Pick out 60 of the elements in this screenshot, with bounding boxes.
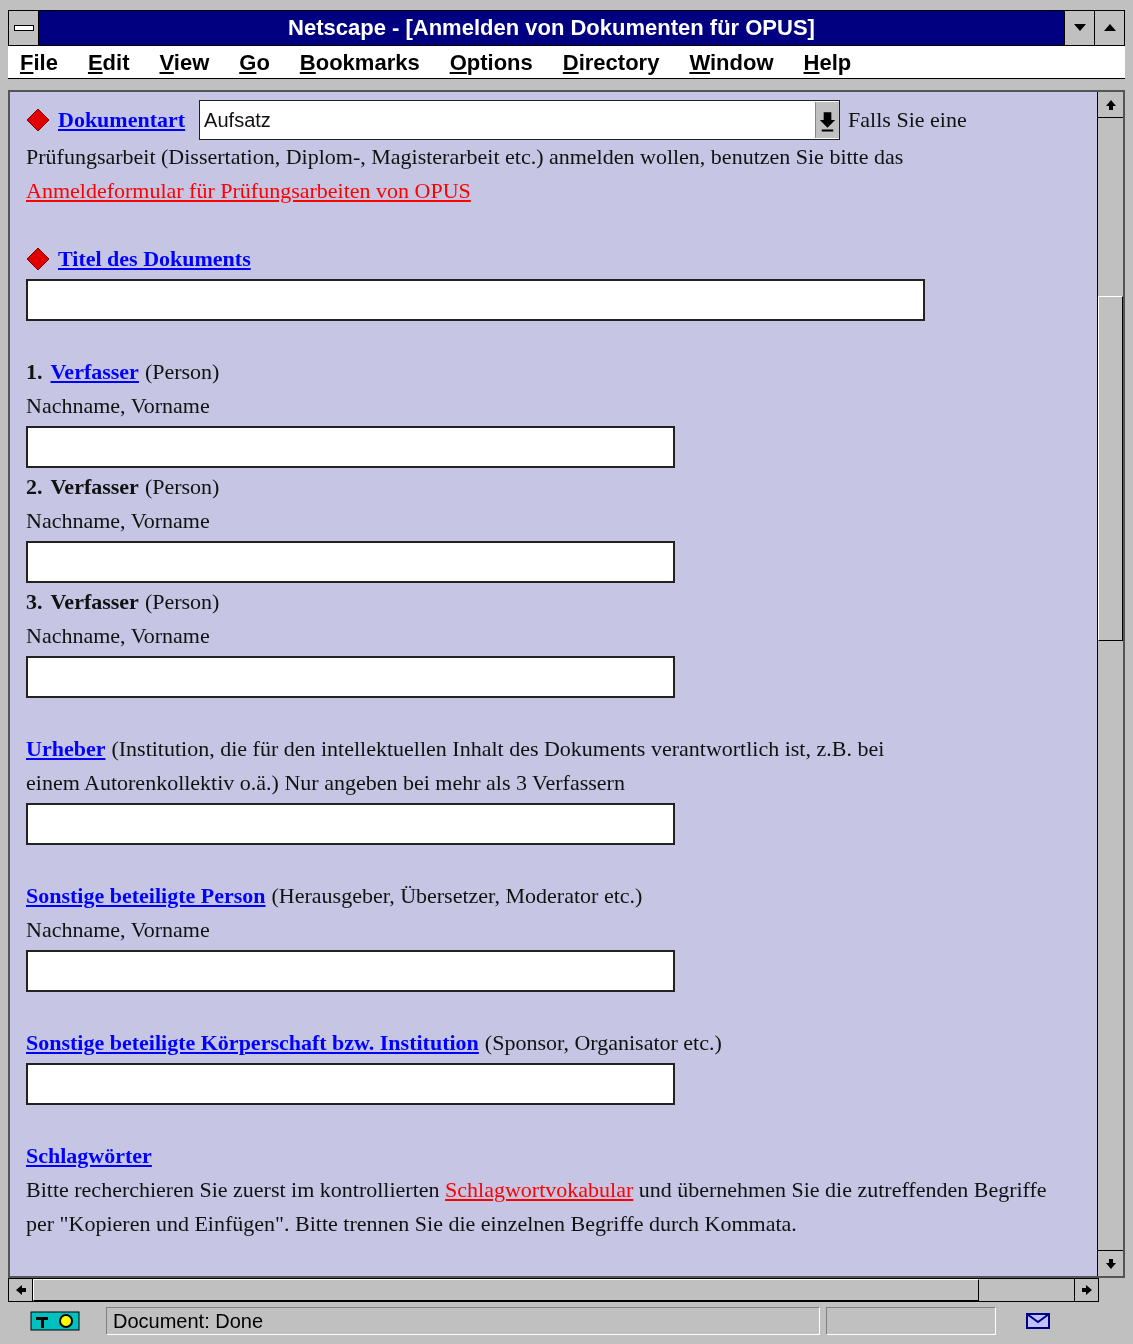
item-number: 1. <box>26 358 43 386</box>
text-field[interactable] <box>26 950 675 992</box>
menu-item[interactable]: Go <box>239 45 270 79</box>
field-hint: Nachname, Vorname <box>26 916 210 944</box>
horizontal-scrollbar[interactable] <box>8 1278 1099 1302</box>
note-text: Falls Sie eine <box>848 106 967 134</box>
up-triangle-icon <box>1103 24 1116 32</box>
section-link[interactable]: Sonstige beteiligte Körperschaft bzw. Institution <box>26 1026 479 1060</box>
menu-item[interactable]: Edit <box>87 45 130 79</box>
field-hint: Nachname, Vorname <box>26 392 210 420</box>
field-hint: Nachname, Vorname <box>26 507 210 535</box>
text-field[interactable] <box>26 1063 675 1105</box>
status-text: Document: Done <box>106 1307 820 1335</box>
section-link[interactable]: Urheber <box>26 732 106 766</box>
scroll-left-icon[interactable] <box>15 1285 26 1295</box>
note-text: Prüfungsarbeit (Dissertation, Diplom-, Magisterarbeit etc.) anmelden wollen, benutzen Sie bitte das Anmeldeformular für Prüfungsarbeiten von OPUS <box>26 143 905 205</box>
note-text: Bitte recherchieren Sie zuerst im kontrollierten Schlagwortvokabular und übernehmen Sie die zutreffenden Begriffe per "Kopieren und Einfügen". Bitte trennen Sie die einzelnen Begriffe durch Kommata. <box>26 1176 1048 1238</box>
menu-item[interactable]: Options <box>449 45 533 79</box>
text-field[interactable] <box>26 279 925 321</box>
down-triangle-icon <box>1073 24 1086 32</box>
section-link[interactable]: Titel des Dokuments <box>58 242 251 276</box>
maximize-button[interactable] <box>1094 11 1124 45</box>
text-field[interactable] <box>26 541 675 583</box>
label-description: (Person) <box>144 358 220 386</box>
menu-item[interactable]: File <box>20 45 58 79</box>
vertical-scrollbar[interactable] <box>1097 92 1123 1276</box>
scroll-thumb[interactable] <box>1098 296 1123 641</box>
menu-item[interactable]: View <box>159 45 210 79</box>
section-link[interactable]: Dokumentart <box>58 103 186 137</box>
text-field[interactable] <box>26 803 675 845</box>
scroll-right-icon[interactable] <box>1081 1285 1092 1295</box>
section-link[interactable]: Verfasser <box>50 355 139 389</box>
item-number: 2. <box>26 473 43 501</box>
menu-item[interactable]: Window <box>689 45 774 79</box>
scroll-up-icon[interactable] <box>1105 99 1116 110</box>
field-hint: Nachname, Vorname <box>26 622 210 650</box>
label-description: (Person) <box>144 588 220 616</box>
scroll-thumb[interactable] <box>33 1279 979 1301</box>
label-description: (Herausgeber, Übersetzer, Moderator etc.) <box>271 882 643 910</box>
scroll-down-icon[interactable] <box>1105 1258 1116 1269</box>
section-label: Verfasser <box>50 588 139 616</box>
system-menu-button[interactable] <box>9 11 39 45</box>
type-select[interactable]: Aufsatz <box>199 100 841 140</box>
minimize-button[interactable] <box>1064 11 1094 45</box>
section-label: Verfasser <box>50 473 139 501</box>
security-key-icon <box>30 1311 80 1331</box>
section-link[interactable]: Schlagwörter <box>26 1139 152 1173</box>
item-number: 3. <box>26 588 43 616</box>
label-description: (Person) <box>144 473 220 501</box>
menu-item[interactable]: Bookmarks <box>299 45 420 79</box>
label-description: (Sponsor, Organisator etc.) <box>484 1029 722 1057</box>
text-field[interactable] <box>26 656 675 698</box>
menu-item[interactable]: Directory <box>562 45 660 79</box>
label-description: einem Autorenkollektiv o.ä.) Nur angeben bei mehr als 3 Verfassern <box>26 769 625 797</box>
mail-icon[interactable] <box>1026 1313 1050 1329</box>
text-field[interactable] <box>26 426 675 468</box>
menu-item[interactable]: Help <box>803 45 852 79</box>
label-description: (Institution, die für den intellektuellen Inhalt des Dokuments verantwortlich ist, z.B. bei <box>111 735 885 763</box>
section-link[interactable]: Sonstige beteiligte Person <box>26 879 266 913</box>
window-title: Netscape - [Anmelden von Dokumenten für OPUS] <box>287 14 816 42</box>
